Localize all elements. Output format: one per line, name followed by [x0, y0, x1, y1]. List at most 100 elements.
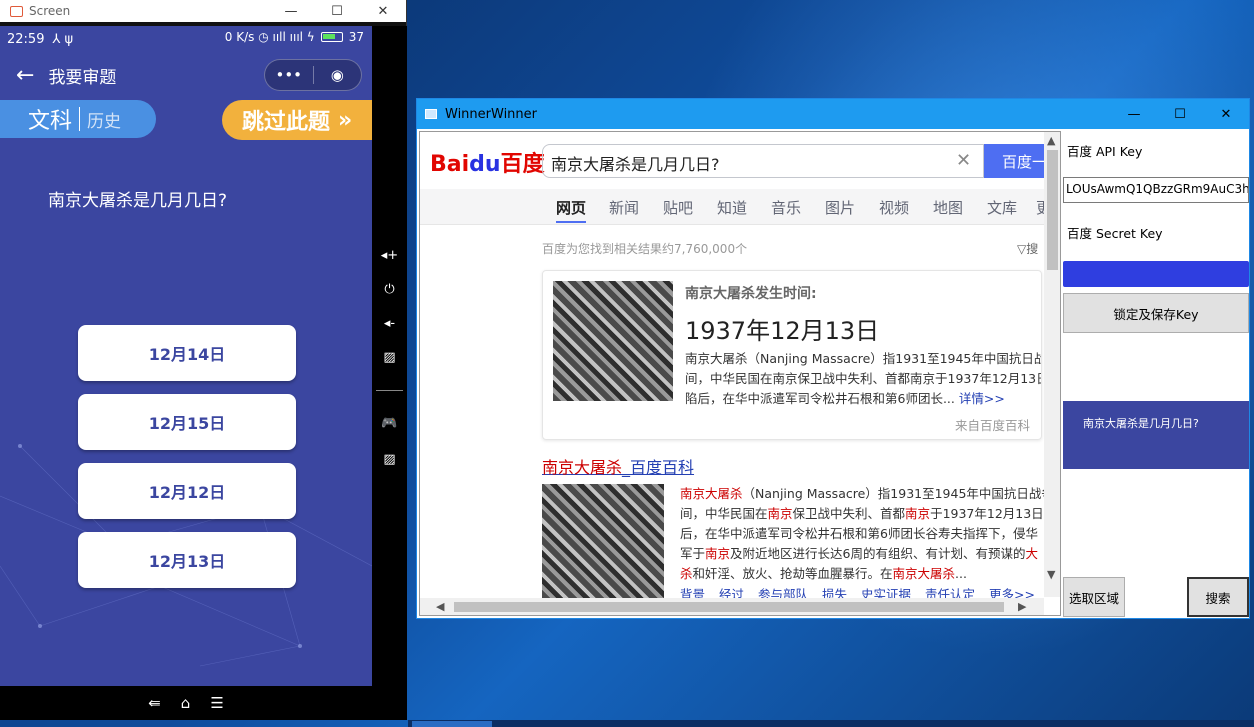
screen-titlebar: Screen — ☐ ✕	[0, 0, 406, 22]
skip-question-button[interactable]: 跳过此题 »	[222, 100, 372, 140]
result-count: 百度为您找到相关结果约7,760,000个	[542, 242, 748, 256]
snippet-text: 于1937年12月13日	[930, 506, 1044, 521]
back-arrow-icon[interactable]: ←	[16, 63, 34, 88]
result-title-link[interactable]: 南京大屠杀_百度百科	[542, 454, 694, 478]
snippet-text: ...	[955, 566, 967, 581]
card-more-link[interactable]: 详情>>	[959, 391, 1005, 406]
screen-app-icon	[10, 5, 23, 17]
screen-off-icon[interactable]: ▨	[372, 350, 407, 365]
snippet-highlight: 南京	[767, 506, 793, 521]
skip-label: 跳过此题	[242, 110, 331, 135]
ww-close-button[interactable]: ✕	[1203, 99, 1249, 129]
category-sub: 历史	[87, 111, 122, 132]
lock-save-key-button[interactable]: 锁定及保存Key	[1063, 293, 1249, 333]
scroll-left-icon[interactable]: ◀	[436, 600, 444, 613]
search-button[interactable]: 搜索	[1187, 577, 1249, 617]
volume-up-icon[interactable]: ◂+	[372, 248, 407, 263]
snippet-text: （Nanjing Massacre）指1931至1945年中国抗日战争	[742, 486, 1054, 501]
settings-panel: 百度 API Key LOUsAwmQ1QBzzGRm9AuC3hr 百度 Se…	[1063, 131, 1249, 618]
card-title: 南京大屠杀发生时间:	[685, 286, 817, 302]
close-button[interactable]: ✕	[360, 0, 406, 22]
question-text: 南京大屠杀是几月几日?	[48, 191, 228, 211]
page-title: 我要审题	[48, 67, 117, 88]
api-key-field[interactable]: LOUsAwmQ1QBzzGRm9AuC3hr	[1063, 177, 1249, 203]
minimize-button[interactable]: —	[268, 0, 314, 22]
snippet-text: 和奸淫、放火、抢劫等血腥暴行。在	[692, 566, 893, 581]
vertical-scrollbar[interactable]: ▲ ▼	[1044, 132, 1060, 597]
close-target-icon[interactable]: ◉	[314, 66, 362, 84]
snippet-highlight: 南京大屠杀	[892, 566, 956, 581]
tab-images[interactable]: 图片	[825, 197, 855, 218]
scroll-right-icon[interactable]: ▶	[1018, 600, 1026, 613]
tab-zhidao[interactable]: 知道	[717, 197, 747, 218]
answer-option-4[interactable]: 12月13日	[78, 532, 296, 588]
answer-card: 南京大屠杀发生时间: 1937年12月13日 南京大屠杀（Nanjing Mas…	[542, 270, 1042, 440]
snippet-highlight: 杀	[680, 566, 693, 581]
result-photo[interactable]	[542, 484, 664, 598]
screen-window: Screen — ☐ ✕ 22:59 ⅄ ψ 0 K/s ◷ ııll ıııl…	[0, 0, 407, 720]
gamepad-icon[interactable]: 🎮	[372, 416, 407, 431]
winnerwinner-window: WinnerWinner — ☐ ✕ Baidu百度 南京大屠杀是几月几日? ✕…	[416, 98, 1250, 619]
card-source[interactable]: 来自百度百科	[955, 415, 1030, 434]
tab-wenku[interactable]: 文库	[987, 197, 1017, 218]
status-extras: ⅄ ψ	[52, 31, 74, 47]
select-area-button[interactable]: 选取区域	[1063, 577, 1125, 617]
card-body-line: 间，中华民国在南京保卫战中失利、首都南京于1937年12月13日	[685, 371, 1042, 386]
more-icon[interactable]: •••	[265, 66, 313, 84]
baidu-logo[interactable]: Baidu百度	[430, 146, 545, 178]
tab-news[interactable]: 新闻	[609, 197, 639, 218]
side-divider	[376, 390, 403, 391]
ww-app-icon	[425, 109, 437, 119]
snippet-text: 及附近地区进行长达6周的有组织、有计划、有预谋的	[730, 546, 1026, 561]
tab-tieba[interactable]: 贴吧	[663, 197, 693, 218]
result-title-highlight: 南京大屠杀	[542, 458, 623, 477]
taskbar	[408, 720, 1254, 727]
tab-music[interactable]: 音乐	[771, 197, 801, 218]
secret-key-label: 百度 Secret Key	[1067, 226, 1163, 241]
vertical-scroll-thumb[interactable]	[1047, 150, 1058, 270]
answer-option-2[interactable]: 12月15日	[78, 394, 296, 450]
snippet-highlight: 大	[1025, 546, 1039, 561]
battery-icon	[320, 32, 343, 42]
taskbar-active-item[interactable]	[412, 721, 492, 727]
search-input[interactable]: 南京大屠杀是几月几日?	[542, 144, 984, 178]
tab-video[interactable]: 视频	[879, 197, 909, 218]
horizontal-scroll-thumb[interactable]	[454, 602, 1004, 612]
snippet-highlight: 南京	[705, 546, 731, 561]
app-header: ← 我要审题 ••• ◉	[0, 52, 372, 98]
card-body-line: 南京大屠杀（Nanjing Massacre）指1931至1945年中国抗日战争	[685, 351, 1042, 366]
nav-home-icon[interactable]: ⌂	[181, 694, 191, 712]
answer-option-1[interactable]: 12月14日	[78, 325, 296, 381]
clear-icon[interactable]: ✕	[956, 150, 971, 171]
secret-key-field-redacted[interactable]	[1063, 261, 1249, 287]
snippet-highlight: 南京大屠杀	[680, 486, 743, 501]
horizontal-scrollbar[interactable]: ◀ ▶	[420, 598, 1044, 615]
card-date: 1937年12月13日	[685, 317, 880, 345]
ww-maximize-button[interactable]: ☐	[1157, 99, 1203, 129]
status-bar: 22:59 ⅄ ψ 0 K/s ◷ ııll ıııl ϟ 37	[0, 26, 372, 52]
maximize-button[interactable]: ☐	[314, 0, 360, 22]
card-photo[interactable]	[553, 281, 673, 401]
tab-map[interactable]: 地图	[933, 197, 963, 218]
snippet-text: 间，中华民国在	[680, 506, 768, 521]
category-main: 文科	[28, 109, 73, 134]
scroll-down-icon[interactable]: ▼	[1047, 568, 1055, 581]
logo-part-a: Bai	[430, 152, 470, 177]
category-pill[interactable]: 文科 历史	[0, 100, 156, 138]
search-tabs: 网页 新闻 贴吧 知道 音乐 图片 视频 地图 文库 更	[420, 189, 1060, 225]
scroll-up-icon[interactable]: ▲	[1047, 134, 1055, 147]
snippet-text: 军于	[680, 546, 706, 561]
card-body: 南京大屠杀（Nanjing Massacre）指1931至1945年中国抗日战争…	[685, 349, 1042, 409]
logo-part-b: 百度	[500, 152, 545, 177]
ww-minimize-button[interactable]: —	[1111, 99, 1157, 129]
miniapp-capsule: ••• ◉	[264, 59, 362, 91]
search-filter[interactable]: ▽搜	[1017, 240, 1038, 257]
phone-screen: 22:59 ⅄ ψ 0 K/s ◷ ııll ıııl ϟ 37 ← 我要审题 …	[0, 26, 372, 686]
answer-option-3[interactable]: 12月12日	[78, 463, 296, 519]
nav-back-icon[interactable]: ⇚	[148, 694, 161, 712]
volume-down-icon[interactable]: ◂-	[372, 316, 407, 331]
gamepad-off-icon[interactable]: ▨	[372, 452, 407, 467]
nav-menu-icon[interactable]: ☰	[210, 694, 223, 712]
tab-web[interactable]: 网页	[556, 197, 587, 223]
power-icon[interactable]: ⏻	[372, 282, 407, 297]
